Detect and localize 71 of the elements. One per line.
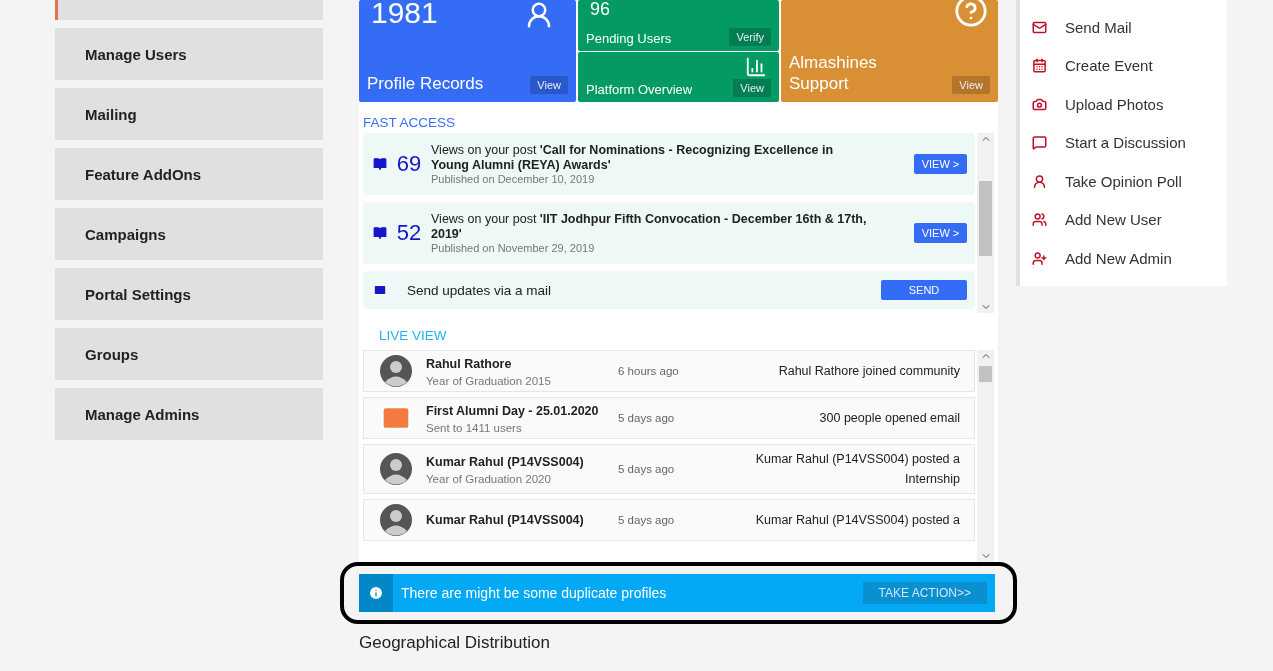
post-title: Views on your post 'IIT Jodhpur Fifth Convocation - December 16th & 17th, 2019': [431, 212, 868, 242]
action-icon: [1032, 212, 1047, 228]
timestamp: 6 hours ago: [618, 365, 680, 377]
scrollbar-thumb[interactable]: [979, 366, 992, 382]
quick-action-link[interactable]: Upload Photos: [1028, 85, 1227, 124]
avatar: [380, 504, 412, 536]
quick-action-link[interactable]: Take Opinion Poll: [1028, 162, 1227, 201]
activity-title: Kumar Rahul (P14VSS004): [426, 454, 585, 471]
section-title: LIVE VIEW: [378, 327, 448, 344]
scrollbar-thumb[interactable]: [979, 181, 992, 256]
quick-action-link[interactable]: Add New User: [1028, 200, 1227, 239]
sidebar-item[interactable]: Groups: [55, 328, 323, 380]
tile-label: Almashines Support: [789, 52, 878, 94]
view-button[interactable]: VIEW >: [914, 154, 967, 174]
mail-prompt: Send updates via a mail: [406, 282, 553, 298]
action-icon: [1032, 135, 1047, 151]
quick-action-link[interactable]: Start a Discussion: [1028, 123, 1227, 162]
send-button[interactable]: SEND: [881, 280, 967, 300]
action-icon: [1032, 250, 1047, 266]
avatar: [380, 453, 412, 485]
sidebar-item[interactable]: Manage Admins: [55, 388, 323, 440]
sidebar-item[interactable]: Mailing: [55, 88, 323, 140]
sidebar-item[interactable]: Manage Users: [55, 28, 323, 80]
view-count: 69: [395, 151, 423, 177]
publish-date: Published on December 10, 2019: [431, 173, 596, 185]
book-icon: [373, 157, 387, 171]
action-icon: [1032, 96, 1047, 112]
view-count: 52: [395, 220, 423, 246]
quick-action-link[interactable]: Add New Admin: [1028, 239, 1227, 278]
activity-text: Rahul Rathore joined community: [777, 363, 960, 380]
timestamp: 5 days ago: [618, 463, 676, 475]
help-icon: [954, 0, 988, 28]
avatar: [380, 355, 412, 387]
action-icon: [1032, 58, 1047, 74]
activity-title: Rahul Rathore: [426, 356, 513, 373]
quick-action-link[interactable]: Create Event: [1028, 46, 1227, 85]
scrollbar[interactable]: [977, 133, 994, 313]
action-icon: [1032, 173, 1047, 189]
sidebar-item[interactable]: Feature AddOns: [55, 148, 323, 200]
view-button[interactable]: View: [733, 79, 771, 97]
publish-date: Published on November 29, 2019: [431, 242, 596, 254]
activity-title: Kumar Rahul (P14VSS004): [426, 511, 585, 529]
activity-subtitle: Year of Graduation 2020: [426, 473, 552, 485]
timestamp: 5 days ago: [618, 514, 676, 526]
bar-chart-icon: [745, 55, 767, 78]
sidebar-item[interactable]: Portal Settings: [55, 268, 323, 320]
activity-title: First Alumni Day - 25.01.2020: [426, 403, 600, 420]
tile-count: 96: [590, 0, 611, 18]
timestamp: 5 days ago: [618, 412, 676, 424]
tile-label: Platform Overview: [586, 82, 693, 97]
view-button[interactable]: VIEW >: [914, 223, 967, 243]
post-title: Views on your post 'Call for Nominations - Recognizing Excellence in Young Alumni (REYA) Awards': [431, 143, 835, 173]
scrollbar[interactable]: [977, 350, 994, 562]
alert-message: There are might be some duplicate profiles: [400, 585, 668, 601]
info-icon: [368, 585, 384, 601]
section-title: FAST ACCESS: [363, 114, 457, 131]
activity-text: 300 people opened email: [818, 410, 960, 427]
tile-label: Profile Records: [367, 73, 484, 94]
verify-button[interactable]: Verify: [729, 27, 771, 46]
activity-subtitle: Year of Graduation 2015: [426, 375, 552, 387]
view-button[interactable]: View: [530, 76, 568, 94]
activity-text: Kumar Rahul (P14VSS004) posted a Internship: [754, 451, 960, 488]
book-icon: [373, 226, 387, 240]
section-heading: Geographical Distribution: [359, 633, 551, 653]
action-icon: [1032, 19, 1047, 35]
tile-label: Pending Users: [586, 30, 672, 46]
tile-count: 1981: [371, 0, 438, 28]
quick-action-link[interactable]: Send Mail: [1028, 8, 1227, 47]
sidebar-item[interactable]: Campaigns: [55, 208, 323, 260]
activity-text: Kumar Rahul (P14VSS004) posted a: [754, 512, 960, 529]
activity-subtitle: Sent to 1411 users: [426, 422, 523, 434]
